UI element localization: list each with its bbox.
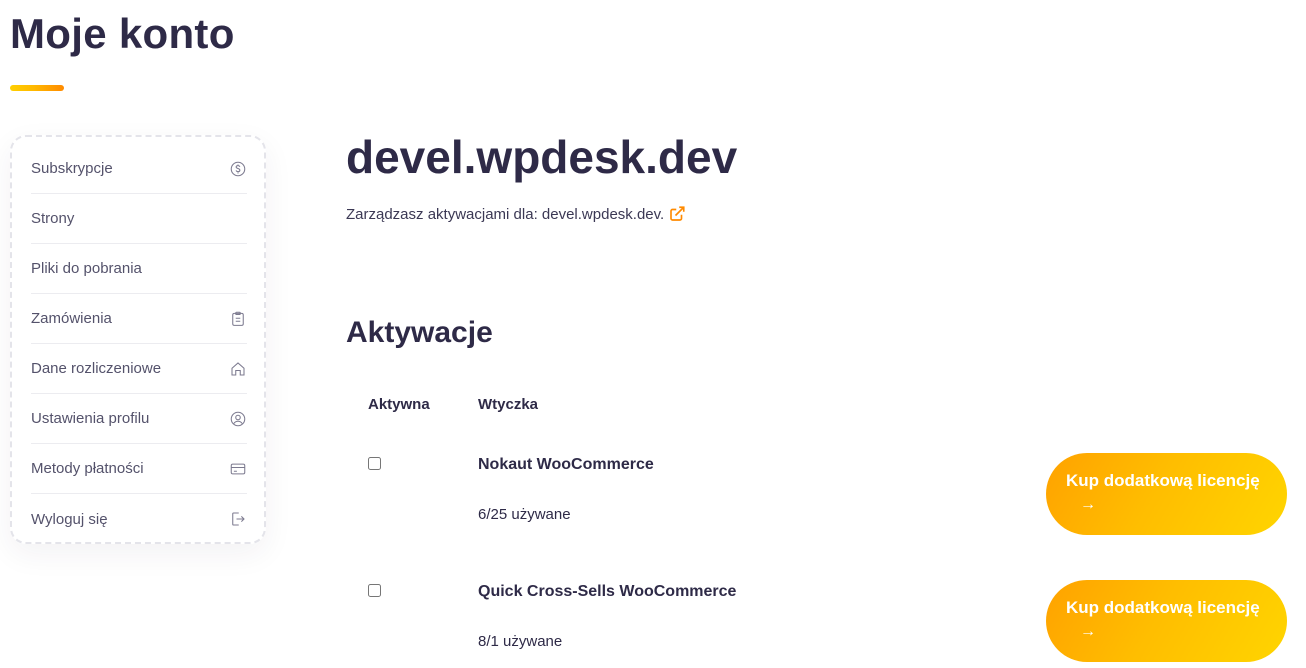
page-title: Moje konto [10,10,235,57]
license-usage: 6/25 używane [478,506,571,523]
home-icon [229,360,247,378]
sidebar-item-label: Zamówienia [31,310,112,327]
clipboard-icon [229,310,247,328]
dollar-circle-icon [229,160,247,178]
column-header-active: Aktywna [368,396,430,413]
activation-checkbox-quick-cross-sells[interactable] [368,584,381,597]
arrow-right-icon: → [1080,623,1096,640]
sidebar-item-label: Strony [31,210,75,227]
sidebar-item-label: Subskrypcje [31,160,113,177]
license-usage: 8/1 używane [478,633,563,650]
sidebar-item-label: Metody płatności [31,460,144,477]
buy-additional-license-button[interactable]: Kup dodatkową licencję → [1046,453,1287,535]
sidebar-item-label: Wyloguj się [31,510,108,528]
sidebar-item-downloads[interactable]: Pliki do pobrania [31,244,247,294]
title-underline [10,85,64,91]
sidebar-item-label: Ustawienia profilu [31,410,150,427]
site-title: devel.wpdesk.dev [346,131,738,183]
external-link-icon[interactable] [668,205,686,223]
manage-text: Zarządzasz aktywacjami dla: devel.wpdesk… [346,205,665,223]
plugin-name: Nokaut WooCommerce [478,456,654,473]
activation-checkbox-nokaut[interactable] [368,457,381,470]
sidebar-item-label: Dane rozliczeniowe [31,360,162,377]
sidebar-item-payment-methods[interactable]: Metody płatności [31,444,247,494]
sidebar-item-sites[interactable]: Strony [31,194,247,244]
sidebar-item-logout[interactable]: Wyloguj się [31,494,247,544]
buy-button-label: Kup dodatkową licencję [1066,598,1260,617]
user-circle-icon [229,410,247,428]
column-header-plugin: Wtyczka [478,396,539,413]
plugin-name: Quick Cross-Sells WooCommerce [478,583,737,600]
sidebar-item-label: Pliki do pobrania [31,260,142,277]
buy-button-label: Kup dodatkową licencję [1066,471,1260,490]
credit-card-icon [229,460,247,478]
arrow-right-icon: → [1080,496,1096,513]
sidebar-item-billing[interactable]: Dane rozliczeniowe [31,344,247,394]
sidebar-item-profile-settings[interactable]: Ustawienia profilu [31,394,247,444]
account-sidebar: Subskrypcje Strony Pliki do pobrania Zam… [10,135,266,544]
logout-icon [229,510,247,528]
sidebar-item-orders[interactable]: Zamówienia [31,294,247,344]
buy-additional-license-button[interactable]: Kup dodatkową licencję → [1046,580,1287,662]
activations-title: Aktywacje [346,316,493,349]
sidebar-item-subscriptions[interactable]: Subskrypcje [31,144,247,194]
manage-activations-text: Zarządzasz aktywacjami dla: devel.wpdesk… [346,205,686,223]
